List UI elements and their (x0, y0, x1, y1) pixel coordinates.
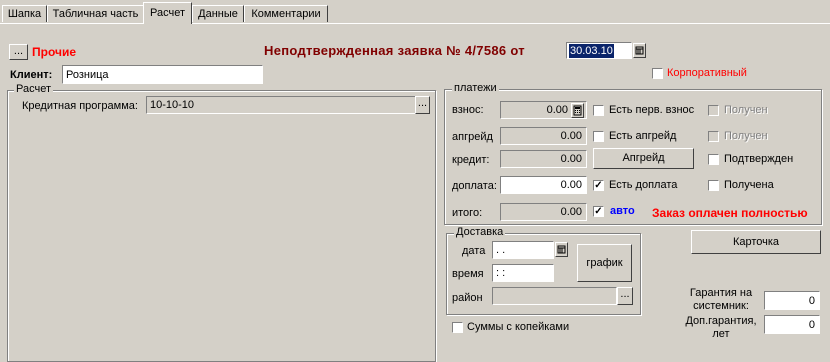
payment-label-surcharge: доплата: (452, 180, 497, 192)
calc-group (7, 90, 436, 362)
request-title: Неподтвержденная заявка № 4/7586 от (264, 43, 525, 58)
extra-warranty-value: 0 (808, 319, 815, 331)
tab-baseline (0, 23, 830, 24)
payment-upgrade-value: 0.00 (560, 130, 582, 142)
calendar-icon (557, 245, 566, 254)
system-warranty-label: Гарантия на системник: (689, 287, 753, 312)
auto-checkbox[interactable]: ✓ (593, 206, 604, 217)
other-label[interactable]: Прочие (32, 45, 76, 59)
tab-table-part[interactable]: Табличная часть (47, 5, 144, 22)
calendar-icon (635, 46, 644, 55)
system-warranty-value: 0 (808, 295, 815, 307)
upgrade-label: Есть апгрейд (609, 130, 677, 142)
first-payment-label: Есть перв. взнос (609, 104, 695, 116)
upgrade-checkbox[interactable] (593, 131, 604, 142)
payment-total-value: 0.00 (560, 206, 582, 218)
paid-message: Заказ оплачен полностью (652, 206, 808, 220)
delivery-district-field[interactable] (492, 287, 617, 305)
delivery-district-label: район (452, 292, 483, 304)
deposit-calculator-button[interactable] (571, 103, 584, 118)
received-deposit-label: Получен (724, 104, 768, 116)
delivery-date-label: дата (462, 245, 486, 257)
delivery-date-field[interactable]: . . (492, 241, 554, 259)
tab-data[interactable]: Данные (192, 5, 244, 22)
delivery-group-title: Доставка (454, 226, 506, 238)
received-surcharge-label: Получена (724, 179, 774, 191)
credit-program-select-button[interactable]: ... (415, 96, 430, 114)
other-dots-button[interactable]: ... (9, 44, 28, 60)
first-payment-checkbox[interactable] (593, 105, 604, 116)
payment-label-credit: кредит: (452, 154, 490, 166)
system-warranty-field[interactable]: 0 (764, 291, 820, 310)
payment-upgrade-field: 0.00 (500, 127, 587, 145)
payments-group-title: платежи (452, 82, 499, 94)
payment-surcharge-field[interactable]: 0.00 (500, 176, 587, 194)
credit-program-value: 10-10-10 (150, 99, 195, 111)
received-upgrade-label: Получен (724, 130, 768, 142)
delivery-time-value: : : (496, 267, 506, 279)
auto-label: авто (610, 205, 635, 217)
surcharge-checkbox[interactable]: ✓ (593, 180, 604, 191)
payment-label-total: итого: (452, 207, 483, 219)
upgrade-button[interactable]: Апгрейд (593, 148, 694, 169)
request-date-field[interactable]: 30.03.10 (566, 42, 632, 59)
extra-warranty-field[interactable]: 0 (764, 315, 820, 334)
tab-header[interactable]: Шапка (2, 5, 47, 22)
received-deposit-checkbox[interactable] (708, 105, 719, 116)
kopecks-checkbox[interactable] (452, 322, 463, 333)
payment-label-upgrade: апгрейд (452, 131, 493, 143)
client-field[interactable]: Розница (62, 65, 263, 84)
tab-strip: Шапка Табличная часть Расчет Данные Комм… (0, 0, 830, 24)
extra-warranty-label: Доп.гарантия, лет (685, 315, 757, 340)
delivery-time-label: время (452, 268, 484, 280)
payment-credit-value: 0.00 (560, 153, 582, 165)
payment-credit-field: 0.00 (500, 150, 587, 168)
card-button[interactable]: Карточка (691, 230, 821, 254)
calculator-icon (573, 105, 582, 116)
request-date-value: 30.03.10 (569, 44, 614, 58)
corporate-checkbox[interactable] (652, 68, 663, 79)
client-label: Клиент: (10, 69, 53, 81)
surcharge-label: Есть доплата (609, 179, 678, 191)
date-picker-button[interactable] (633, 43, 646, 58)
received-upgrade-checkbox[interactable] (708, 131, 719, 142)
payment-deposit-value: 0.00 (546, 104, 568, 116)
payment-total-field: 0.00 (500, 203, 587, 221)
received-surcharge-checkbox[interactable] (708, 180, 719, 191)
district-select-button[interactable]: ... (617, 287, 633, 305)
confirmed-label: Подтвержден (724, 153, 794, 165)
client-value: Розница (66, 69, 109, 81)
delivery-date-value: . . (496, 244, 506, 256)
schedule-button[interactable]: график (577, 244, 632, 282)
confirmed-checkbox[interactable] (708, 154, 719, 165)
delivery-time-field[interactable]: : : (492, 264, 554, 282)
calc-group-title: Расчет (14, 83, 53, 95)
tab-calculation[interactable]: Расчет (143, 2, 192, 24)
payment-label-deposit: взнос: (452, 104, 484, 116)
kopecks-label: Суммы с копейками (467, 321, 570, 333)
credit-program-field[interactable]: 10-10-10 (146, 96, 416, 114)
corporate-label: Корпоративный (667, 67, 747, 79)
tab-comments[interactable]: Комментарии (244, 5, 328, 22)
credit-program-label: Кредитная программа: (22, 100, 138, 112)
delivery-date-picker-button[interactable] (555, 242, 568, 257)
payment-surcharge-value: 0.00 (560, 179, 582, 191)
